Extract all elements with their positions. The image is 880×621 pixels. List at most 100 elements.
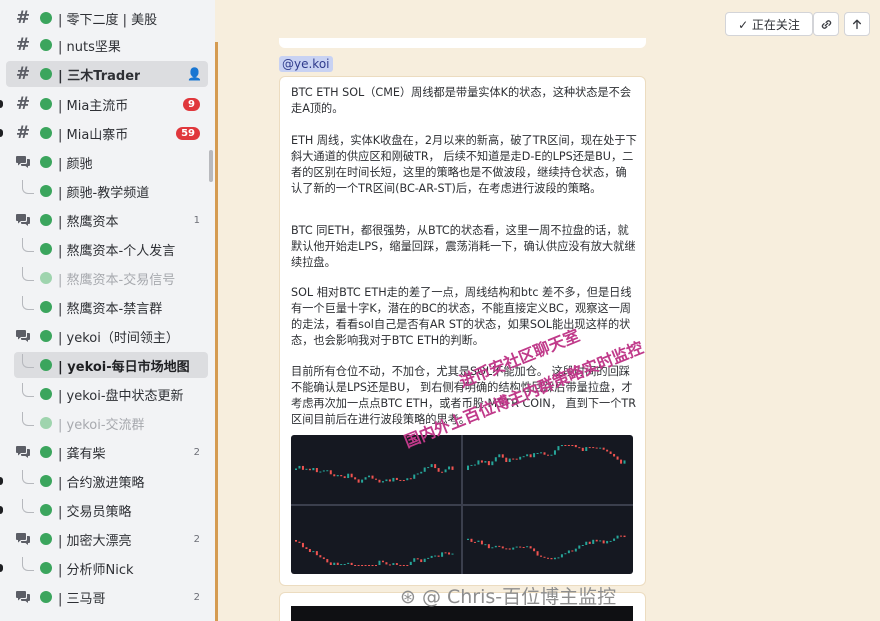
channel-label: | 颜驰	[58, 156, 93, 172]
thread-branch-line	[22, 267, 34, 281]
unread-badge: 59	[176, 126, 200, 140]
top-toolbar: ✓ 正在关注	[215, 0, 880, 42]
thread-branch-line	[22, 296, 34, 310]
channel-label: | 熬鹰资本	[58, 214, 119, 230]
add-member-icon[interactable]: 👤	[187, 67, 202, 81]
sidebar-channel-item[interactable]: | 龚有柴 2	[6, 439, 208, 465]
forum-icon	[12, 445, 34, 459]
sidebar-channel-item[interactable]: | yekoi-交流群	[14, 410, 208, 436]
thread-accent-bar	[215, 42, 218, 621]
thread-branch-line	[22, 412, 34, 426]
thread-count: 2	[193, 591, 200, 603]
status-dot	[40, 591, 52, 603]
chart-screenshot-image[interactable]	[291, 435, 633, 574]
sidebar-channel-item[interactable]: | yekoi（时间领主）	[6, 323, 208, 349]
forum-icon	[12, 213, 34, 227]
message-card: BTC ETH SOL（CME）周线都是带量实体K的状态，这种状态是不会走A顶的…	[279, 76, 646, 586]
footer-watermark: ⊛ @ Chris-百位博主监控	[400, 586, 617, 608]
channel-label: | 合约激进策略	[58, 475, 145, 491]
thread-branch-line	[22, 354, 34, 368]
following-button[interactable]: ✓ 正在关注	[725, 12, 813, 36]
status-dot	[40, 243, 52, 255]
sidebar-channel-item[interactable]: | 熬鹰资本 1	[6, 207, 208, 233]
sidebar-channel-item[interactable]: | yekoi-每日市场地图	[14, 352, 208, 378]
forum-icon	[12, 155, 34, 169]
thread-branch-line	[22, 557, 34, 571]
channel-label: | 龚有柴	[58, 446, 106, 462]
channel-label: | 颜驰-教学频道	[58, 185, 150, 201]
forum-icon	[12, 590, 34, 604]
channel-label: | 交易员策略	[58, 504, 132, 520]
hash-icon: #	[15, 8, 31, 28]
status-dot	[40, 504, 52, 516]
status-dot	[40, 446, 52, 458]
status-dot	[40, 388, 52, 400]
status-dot	[40, 214, 52, 226]
channel-sidebar: # | 零下二度 | 美股 # | nuts坚果 # | 三木Trader 👤 # | Mia主…	[0, 0, 215, 621]
scroll-up-button[interactable]	[844, 12, 870, 36]
channel-label: | 三马哥	[58, 591, 106, 607]
following-label: ✓ 正在关注	[738, 17, 800, 32]
channel-label: | 熬鹰资本-禁言群	[58, 301, 163, 317]
sidebar-channel-item[interactable]: # | 零下二度 | 美股	[6, 5, 208, 31]
status-dot	[40, 39, 52, 51]
channel-label: | 三木Trader	[58, 68, 141, 84]
channel-label: | yekoi-交流群	[58, 417, 145, 433]
channel-label: | yekoi-每日市场地图	[58, 359, 190, 375]
message-paragraph: SOL 相对BTC ETH走的差了一点，周线结构和btc 差不多，但是日线有一个…	[291, 286, 632, 347]
sidebar-channel-item[interactable]: # | 三木Trader 👤	[6, 61, 208, 87]
status-dot	[40, 301, 52, 313]
channel-label: | 分析师Nick	[58, 562, 134, 578]
status-dot	[40, 127, 52, 139]
sidebar-channel-item[interactable]: # | Mia主流币 9	[0, 91, 208, 117]
channel-label: | 熬鹰资本-个人发言	[58, 243, 176, 259]
thread-branch-line	[22, 238, 34, 252]
message-paragraph: BTC 同ETH，都很强势，从BTC的状态看，这里一周不拉盘的话，就默认他开始走…	[291, 224, 636, 269]
status-dot	[40, 68, 52, 80]
hash-icon: #	[15, 35, 31, 55]
sidebar-channel-item[interactable]: | yekoi-盘中状态更新	[14, 381, 208, 407]
sidebar-channel-item[interactable]: | 分析师Nick	[0, 555, 208, 581]
hash-icon: #	[15, 94, 31, 114]
sidebar-channel-item[interactable]: | 熬鹰资本-禁言群	[14, 294, 208, 320]
main-panel: ✓ 正在关注 @ye.koi BTC ETH SOL（CME）周线都是带量实体K…	[215, 0, 880, 621]
sidebar-channel-item[interactable]: | 三马哥 2	[6, 584, 208, 610]
copy-link-button[interactable]	[813, 12, 839, 36]
thread-count: 2	[193, 533, 200, 545]
sidebar-channel-item[interactable]: | 加密大漂亮 2	[6, 526, 208, 552]
sidebar-channel-item[interactable]: | 交易员策略	[0, 497, 208, 523]
status-dot	[40, 156, 52, 168]
user-mention[interactable]: @ye.koi	[279, 56, 333, 72]
status-dot	[40, 185, 52, 197]
channel-label: | Mia主流币	[58, 98, 129, 114]
forum-icon	[12, 532, 34, 546]
status-dot	[40, 359, 52, 371]
sidebar-scrollbar[interactable]	[209, 150, 213, 182]
unread-indicator	[0, 506, 3, 514]
status-dot	[40, 98, 52, 110]
hash-icon: #	[15, 123, 31, 143]
thread-count: 1	[193, 214, 200, 226]
status-dot	[40, 562, 52, 574]
message-paragraph: ETH 周线，实体K收盘在，2月以来的新高，破了TR区间，现在处于下斜大通道的供…	[291, 134, 637, 195]
channel-label: | yekoi-盘中状态更新	[58, 388, 184, 404]
thread-branch-line	[22, 470, 34, 484]
channel-label: | 零下二度 | 美股	[58, 12, 158, 28]
thread-branch-line	[22, 180, 34, 194]
channel-label: | yekoi（时间领主）	[58, 330, 179, 346]
channel-label: | 熬鹰资本-交易信号	[58, 272, 176, 288]
sidebar-channel-item[interactable]: | 熬鹰资本-个人发言	[14, 236, 208, 262]
hash-icon: #	[15, 64, 31, 84]
sidebar-channel-item[interactable]: | 颜驰	[6, 149, 208, 175]
link-icon	[821, 19, 831, 29]
status-dot	[40, 417, 52, 429]
status-dot	[40, 272, 52, 284]
status-dot	[40, 533, 52, 545]
sidebar-channel-item[interactable]: # | nuts坚果	[6, 32, 208, 58]
sidebar-channel-item[interactable]: | 熬鹰资本-交易信号	[14, 265, 208, 291]
thread-branch-line	[22, 383, 34, 397]
sidebar-channel-item[interactable]: | 合约激进策略	[0, 468, 208, 494]
channel-label: | Mia山寨币	[58, 127, 129, 143]
sidebar-channel-item[interactable]: # | Mia山寨币 59	[0, 120, 208, 146]
sidebar-channel-item[interactable]: | 颜驰-教学频道	[14, 178, 208, 204]
